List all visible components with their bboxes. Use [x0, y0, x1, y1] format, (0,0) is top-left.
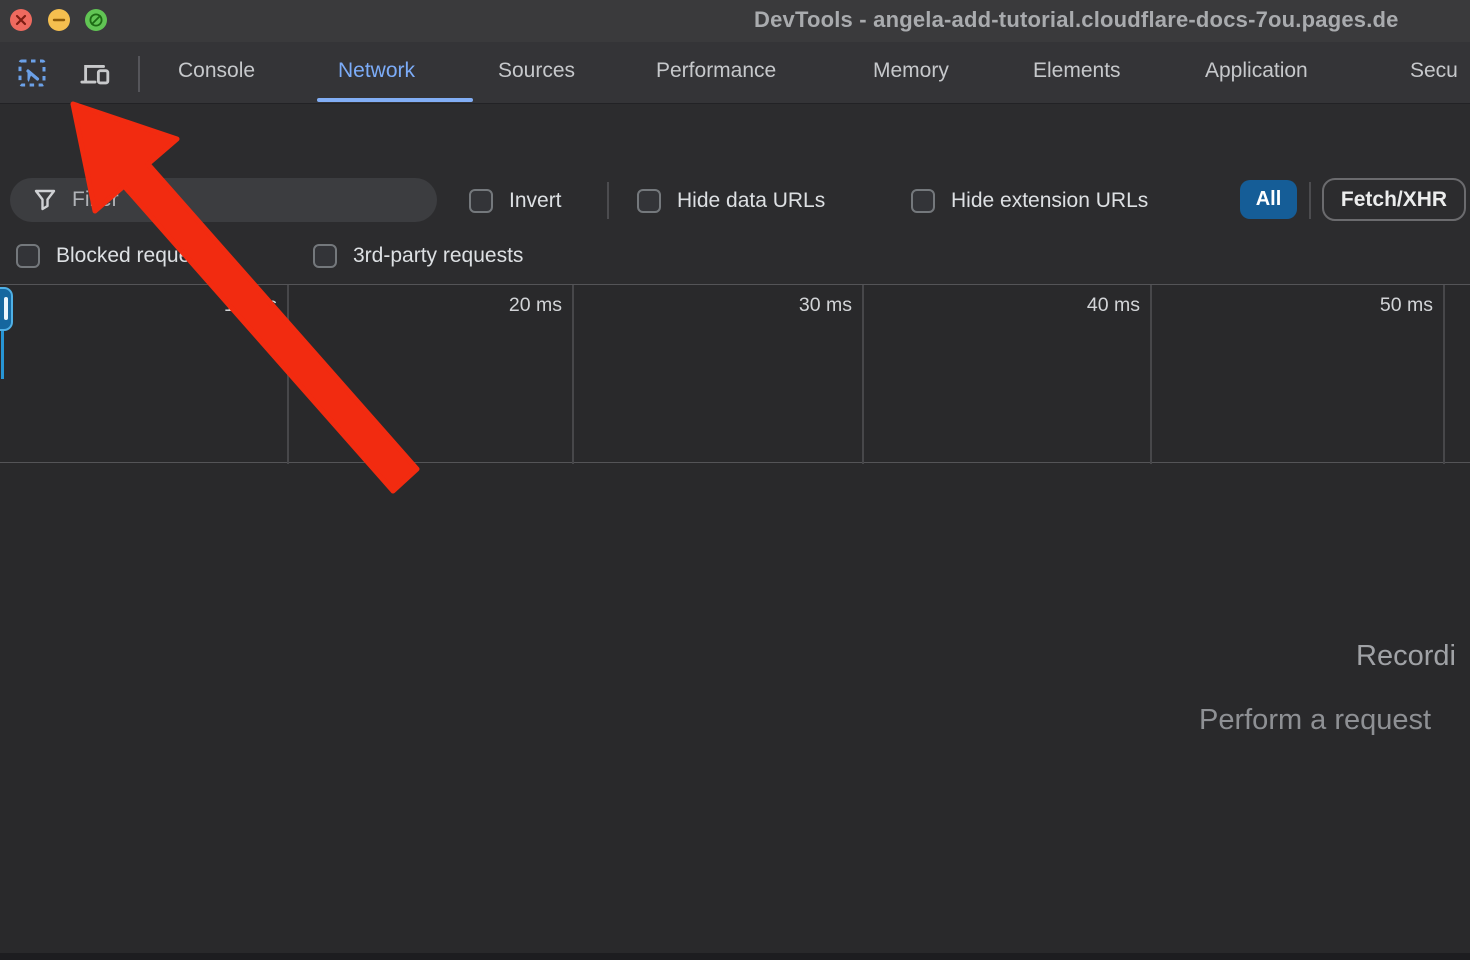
blocked-requests-checkbox[interactable]: Blocked requests [16, 244, 217, 268]
tab-security[interactable]: Secu [1410, 59, 1458, 83]
timeline-tick-50ms: 50 ms [1343, 294, 1433, 317]
tab-sources[interactable]: Sources [498, 59, 575, 83]
active-tab-underline [317, 98, 473, 102]
tab-application[interactable]: Application [1205, 59, 1308, 83]
devtools-tabbar: Console Network Sources Performance Memo… [0, 42, 1470, 104]
checkbox-label: 3rd-party requests [353, 244, 523, 268]
checkbox-box [911, 189, 935, 213]
network-toolbar: Preserve log Disable cache No throttling [0, 104, 1470, 172]
timeline-gridline [572, 285, 574, 464]
window-title: DevTools - angela-add-tutorial.cloudflar… [754, 7, 1399, 33]
timeline-gridline [287, 285, 289, 464]
timeline-gridline [862, 285, 864, 464]
filter-input[interactable]: Filter [10, 178, 437, 222]
tab-performance[interactable]: Performance [656, 59, 776, 83]
checkbox-label: Invert [509, 189, 562, 213]
titlebar: DevTools - angela-add-tutorial.cloudflar… [0, 0, 1470, 42]
inspect-cursor-icon [16, 58, 50, 90]
tabbar-divider [138, 56, 140, 92]
network-filter-row-2: Blocked requests 3rd-party requests [0, 229, 1470, 284]
timeline-gridline [1150, 285, 1152, 464]
hide-data-urls-checkbox[interactable]: Hide data URLs [637, 189, 825, 213]
funnel-outline-icon [32, 187, 58, 213]
timeline-gridline [1443, 285, 1445, 464]
tab-console[interactable]: Console [178, 59, 255, 83]
timeline-tick-20ms: 20 ms [472, 294, 562, 317]
filter-fetch-xhr-button[interactable]: Fetch/XHR [1322, 178, 1466, 221]
tab-memory[interactable]: Memory [873, 59, 949, 83]
close-icon [10, 9, 32, 31]
network-overview-timeline[interactable]: 10 ms 20 ms 30 ms 40 ms 50 ms [0, 284, 1470, 463]
checkbox-box [313, 244, 337, 268]
checkbox-label: Hide data URLs [677, 189, 825, 213]
invert-checkbox[interactable]: Invert [469, 189, 562, 213]
filter-row-divider [1309, 182, 1311, 219]
timeline-tick-30ms: 30 ms [762, 294, 852, 317]
minimize-icon [48, 9, 70, 31]
network-filter-row: Filter Invert Hide data URLs Hide extens… [0, 172, 1470, 229]
zoom-window-button[interactable] [85, 9, 107, 31]
device-toolbar-icon [79, 58, 113, 90]
checkbox-label: Hide extension URLs [951, 189, 1148, 213]
no-fullscreen-icon [85, 9, 107, 31]
checkbox-box [637, 189, 661, 213]
third-party-requests-checkbox[interactable]: 3rd-party requests [313, 244, 523, 268]
minimize-window-button[interactable] [48, 9, 70, 31]
tab-network[interactable]: Network [338, 59, 415, 83]
tab-elements[interactable]: Elements [1033, 59, 1121, 83]
checkbox-box [16, 244, 40, 268]
filter-row-divider [607, 182, 609, 219]
overview-selection-edge [1, 331, 4, 379]
close-window-button[interactable] [10, 9, 32, 31]
checkbox-label: Blocked requests [56, 244, 217, 268]
empty-state-hint-text: Perform a request [1199, 704, 1431, 737]
toggle-device-toolbar-button[interactable] [79, 58, 113, 90]
window-bottom-edge [0, 953, 1470, 960]
empty-state-recording-text: Recordi [1356, 640, 1456, 673]
handle-grip [4, 297, 8, 320]
timeline-tick-40ms: 40 ms [1050, 294, 1140, 317]
filter-placeholder: Filter [72, 188, 119, 212]
checkbox-box [469, 189, 493, 213]
overview-selection-handle[interactable] [0, 287, 13, 331]
filter-all-button[interactable]: All [1240, 180, 1297, 219]
timeline-tick-10ms: 10 ms [187, 294, 277, 317]
inspect-element-button[interactable] [16, 58, 50, 90]
hide-extension-urls-checkbox[interactable]: Hide extension URLs [911, 189, 1148, 213]
